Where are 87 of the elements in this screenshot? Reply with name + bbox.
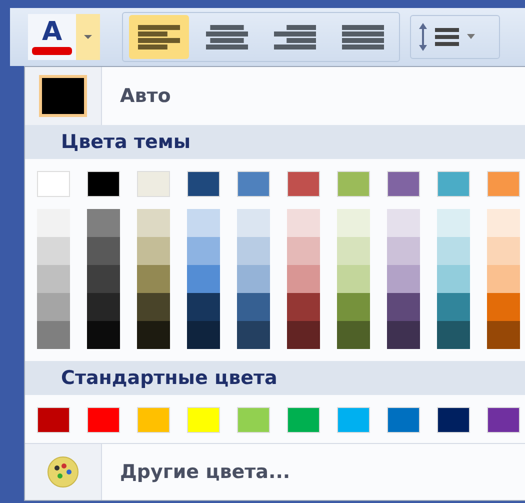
color-swatch[interactable]: [387, 209, 420, 237]
color-swatch[interactable]: [337, 237, 370, 265]
color-swatch[interactable]: [37, 171, 70, 197]
color-swatch[interactable]: [87, 321, 120, 349]
color-swatch[interactable]: [237, 237, 270, 265]
color-swatch[interactable]: [187, 293, 220, 321]
color-swatch[interactable]: [137, 293, 170, 321]
color-swatch[interactable]: [337, 171, 370, 197]
caret-icon: [83, 34, 93, 40]
color-swatch[interactable]: [487, 237, 520, 265]
color-swatch[interactable]: [387, 171, 420, 197]
color-swatch[interactable]: [437, 265, 470, 293]
color-swatch[interactable]: [187, 407, 220, 433]
auto-color-label: Авто: [120, 85, 171, 107]
color-swatch[interactable]: [387, 265, 420, 293]
color-swatch[interactable]: [187, 237, 220, 265]
color-swatch[interactable]: [387, 293, 420, 321]
color-swatch[interactable]: [37, 209, 70, 237]
color-swatch[interactable]: [137, 321, 170, 349]
color-swatch[interactable]: [237, 171, 270, 197]
font-color-dropdown-button[interactable]: [76, 14, 100, 60]
color-swatch[interactable]: [437, 293, 470, 321]
color-swatch[interactable]: [187, 209, 220, 237]
color-swatch[interactable]: [337, 265, 370, 293]
color-swatch[interactable]: [387, 237, 420, 265]
color-swatch[interactable]: [387, 407, 420, 433]
font-color-letter: A: [42, 19, 62, 45]
color-swatch[interactable]: [287, 321, 320, 349]
color-swatch[interactable]: [137, 171, 170, 197]
color-swatch[interactable]: [337, 407, 370, 433]
color-swatch[interactable]: [337, 293, 370, 321]
color-swatch[interactable]: [37, 237, 70, 265]
color-swatch[interactable]: [487, 407, 520, 433]
align-lines-icon: [136, 23, 182, 51]
color-swatch[interactable]: [137, 237, 170, 265]
color-swatch[interactable]: [87, 209, 120, 237]
align-lines-icon: [340, 23, 386, 51]
font-color-button[interactable]: A: [28, 14, 76, 60]
color-swatch[interactable]: [87, 265, 120, 293]
color-swatch[interactable]: [387, 321, 420, 349]
color-swatch[interactable]: [187, 265, 220, 293]
color-swatch[interactable]: [487, 293, 520, 321]
color-swatch[interactable]: [87, 293, 120, 321]
color-swatch[interactable]: [237, 321, 270, 349]
color-swatch[interactable]: [337, 209, 370, 237]
line-spacing-button[interactable]: [410, 15, 500, 59]
color-swatch[interactable]: [237, 407, 270, 433]
color-swatch[interactable]: [487, 321, 520, 349]
color-swatch[interactable]: [237, 265, 270, 293]
align-lines-icon: [272, 23, 318, 51]
color-swatch[interactable]: [37, 293, 70, 321]
more-colors-label: Другие цвета...: [120, 461, 290, 483]
align-button[interactable]: [129, 15, 189, 59]
color-swatch[interactable]: [287, 237, 320, 265]
auto-color-item[interactable]: Авто: [25, 67, 525, 125]
color-swatch[interactable]: [187, 321, 220, 349]
color-swatch[interactable]: [287, 265, 320, 293]
theme-colors-header: Цвета темы: [25, 125, 525, 159]
color-swatch[interactable]: [437, 237, 470, 265]
color-swatch[interactable]: [37, 265, 70, 293]
color-swatch[interactable]: [137, 407, 170, 433]
color-swatch[interactable]: [137, 209, 170, 237]
color-swatch[interactable]: [437, 171, 470, 197]
color-swatch[interactable]: [87, 407, 120, 433]
color-swatch[interactable]: [287, 293, 320, 321]
color-swatch[interactable]: [87, 237, 120, 265]
color-swatch[interactable]: [437, 407, 470, 433]
color-swatch[interactable]: [287, 407, 320, 433]
color-swatch[interactable]: [237, 293, 270, 321]
color-swatch[interactable]: [487, 265, 520, 293]
color-swatch[interactable]: [287, 209, 320, 237]
color-swatch[interactable]: [187, 171, 220, 197]
color-swatch[interactable]: [137, 265, 170, 293]
color-swatch[interactable]: [337, 321, 370, 349]
color-swatch[interactable]: [437, 321, 470, 349]
palette-icon: [46, 455, 80, 489]
color-swatch[interactable]: [287, 171, 320, 197]
color-swatch[interactable]: [487, 209, 520, 237]
more-colors-item[interactable]: Другие цвета...: [25, 443, 525, 500]
color-swatch[interactable]: [37, 321, 70, 349]
align-lines-icon: [204, 23, 250, 51]
color-swatch[interactable]: [437, 209, 470, 237]
color-swatch[interactable]: [87, 171, 120, 197]
color-swatch[interactable]: [487, 171, 520, 197]
color-swatch[interactable]: [37, 407, 70, 433]
standard-colors-header: Стандартные цвета: [25, 361, 525, 395]
color-swatch[interactable]: [237, 209, 270, 237]
